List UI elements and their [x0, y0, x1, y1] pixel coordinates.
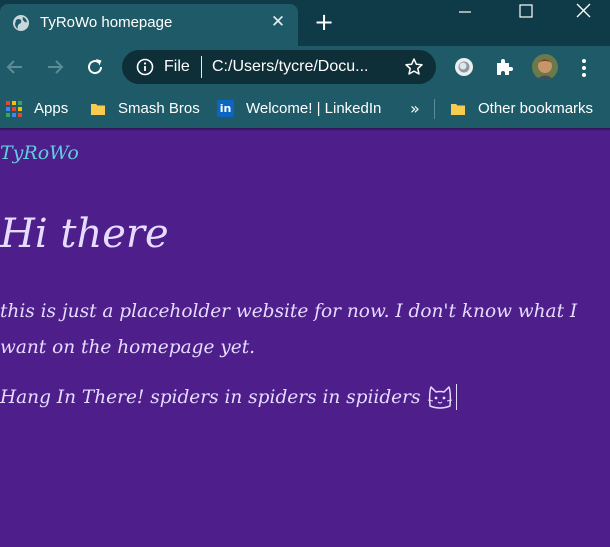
info-icon[interactable]: [136, 58, 154, 76]
url-scheme-label: File: [164, 58, 190, 75]
bookmark-label: Smash Bros: [118, 100, 200, 117]
tab-close-icon[interactable]: ✕: [268, 12, 288, 32]
close-icon[interactable]: [572, 2, 596, 22]
text-caret: [456, 384, 458, 410]
bookmark-star-icon[interactable]: [404, 57, 424, 77]
browser-toolbar: File C:/Users/tycre/Docu...: [0, 46, 610, 89]
new-tab-button[interactable]: +: [313, 10, 335, 34]
globe-icon: [13, 15, 29, 31]
site-logo[interactable]: TyRoWo: [0, 142, 79, 164]
folder-icon: [91, 103, 105, 115]
title-bar: TyRoWo homepage ✕ +: [0, 0, 610, 46]
omnibox-divider: [201, 56, 202, 78]
bookmarks-divider: [434, 99, 435, 119]
double-chevron-icon: »: [410, 99, 420, 118]
maximize-icon[interactable]: [514, 2, 538, 22]
apps-grid-icon: [6, 100, 22, 117]
page-heading: Hi there: [0, 211, 169, 257]
extension-circle-icon[interactable]: [453, 56, 475, 78]
hang-in-there-text: Hang In There! spiders in spiders in spi…: [0, 386, 421, 408]
bookmark-smash-bros[interactable]: Smash Bros: [90, 89, 200, 128]
minimize-icon[interactable]: [453, 2, 477, 22]
other-bookmarks-label: Other bookmarks: [478, 100, 594, 117]
cat-face-icon: [428, 386, 453, 409]
bookmarks-bar: Apps Smash Bros in Welcome! | LinkedIn »…: [0, 89, 610, 128]
reload-icon[interactable]: [84, 56, 106, 78]
folder-icon: [451, 103, 465, 115]
address-bar[interactable]: File C:/Users/tycre/Docu...: [122, 50, 436, 84]
bookmark-linkedin[interactable]: in Welcome! | LinkedIn: [217, 89, 381, 128]
bookmarks-overflow-button[interactable]: »: [410, 89, 420, 128]
tab-title: TyRoWo homepage: [40, 14, 173, 31]
profile-avatar[interactable]: [532, 54, 558, 80]
bookmark-apps-label: Apps: [34, 100, 69, 117]
menu-kebab-icon[interactable]: [574, 57, 594, 79]
page-content: TyRoWo Hi there this is just a placehold…: [0, 131, 610, 547]
url-text[interactable]: C:/Users/tycre/Docu...: [212, 58, 368, 76]
browser-tab[interactable]: TyRoWo homepage ✕: [0, 4, 298, 46]
linkedin-icon: in: [217, 100, 234, 117]
intro-paragraph: this is just a placeholder website for n…: [0, 301, 578, 358]
bookmark-apps[interactable]: Apps: [6, 89, 68, 128]
bookmark-other[interactable]: Other bookmarks: [450, 89, 593, 128]
hang-in-there-line: Hang In There! spiders in spiders in spi…: [0, 384, 458, 410]
forward-arrow-icon[interactable]: [44, 56, 66, 78]
back-arrow-icon[interactable]: [4, 56, 26, 78]
bookmark-label: Welcome! | LinkedIn: [246, 100, 382, 117]
puzzle-icon[interactable]: [493, 56, 515, 78]
